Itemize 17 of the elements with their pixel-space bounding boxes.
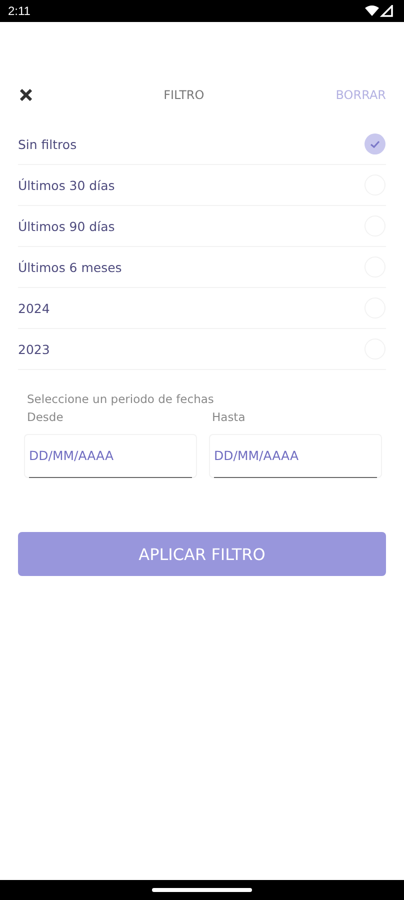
filter-option[interactable]: 2024 <box>18 288 386 329</box>
date-label: Hasta <box>212 410 246 424</box>
home-handle[interactable] <box>152 888 252 892</box>
date-field[interactable]: DD/MM/AAAA <box>209 434 382 478</box>
filter-option[interactable]: Últimos 6 meses <box>18 247 386 288</box>
filter-option[interactable]: Sin filtros <box>18 124 386 165</box>
date-range-prompt: Seleccione un periodo de fechas <box>27 392 215 406</box>
date-field[interactable]: DD/MM/AAAA <box>24 434 197 478</box>
wifi-signal-icon <box>364 5 394 17</box>
filter-option[interactable]: Últimos 90 días <box>18 206 386 247</box>
status-time: 2:11 <box>8 4 30 18</box>
screen-title: FILTRO <box>164 88 204 102</box>
check-circle-icon <box>364 133 386 155</box>
close-icon[interactable] <box>20 89 32 101</box>
filter-option[interactable]: 2023 <box>18 329 386 370</box>
filter-option[interactable]: Últimos 30 días <box>18 165 386 206</box>
date-label: Desde <box>27 410 64 424</box>
